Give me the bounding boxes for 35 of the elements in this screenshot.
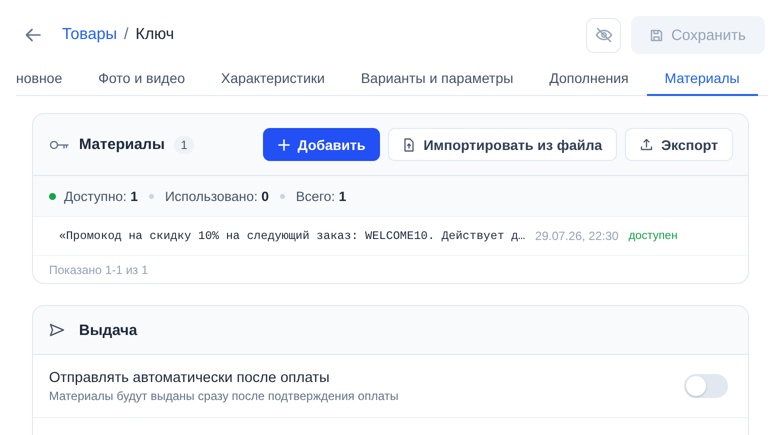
stat-text: Использовано: 0: [164, 188, 269, 204]
tab[interactable]: Дополнения: [531, 70, 647, 96]
import-button[interactable]: Импортировать из файла: [388, 128, 618, 161]
separator-dot: [148, 194, 154, 198]
separator-dot: [280, 194, 285, 198]
tab[interactable]: Варианты и параметры: [342, 70, 532, 96]
plus-icon: [278, 138, 290, 150]
card-title: Выдача: [79, 322, 138, 338]
eye-off-icon: [594, 27, 612, 43]
stat-text: Доступно: 1: [64, 188, 138, 204]
count-badge: 1: [174, 136, 194, 154]
tab[interactable]: Материалы: [646, 70, 758, 96]
file-upload-icon: [403, 138, 416, 152]
export-button[interactable]: Экспорт: [625, 128, 733, 161]
send-icon: [49, 323, 65, 337]
setting-title: Отправлять автоматически после оплаты: [49, 370, 330, 386]
material-text: «Промокод на скидку 10% на следующий заказ: WELCOME10. Действует д…: [59, 230, 526, 242]
material-status: доступен: [628, 230, 678, 242]
hide-visibility-button[interactable]: [586, 18, 621, 52]
setting-description: Материалы будут выданы сразу после подтверждения оплаты: [49, 388, 400, 402]
stat-text: Всего: 1: [296, 188, 346, 204]
card-title: Материалы: [79, 136, 165, 153]
breadcrumb-link[interactable]: Товары: [62, 26, 118, 44]
tab[interactable]: Характеристики: [203, 70, 343, 96]
add-button[interactable]: Добавить: [262, 128, 380, 161]
pagination-text: Показано 1-1 из 1: [48, 262, 150, 278]
tab[interactable]: Фото и видео: [80, 70, 204, 96]
upload-icon: [640, 138, 654, 151]
material-row[interactable]: «Промокод на скидку 10% на следующий заказ: WELCOME10. Действует д… 29.07.26, 22:30 доступен: [33, 217, 748, 256]
key-icon: [49, 140, 69, 150]
toggle-switch[interactable]: [684, 374, 728, 398]
tab[interactable]: новное: [16, 70, 80, 96]
breadcrumb-current: Ключ: [136, 26, 174, 44]
material-date: 29.07.26, 22:30: [535, 229, 619, 243]
breadcrumb-separator: /: [124, 26, 128, 44]
